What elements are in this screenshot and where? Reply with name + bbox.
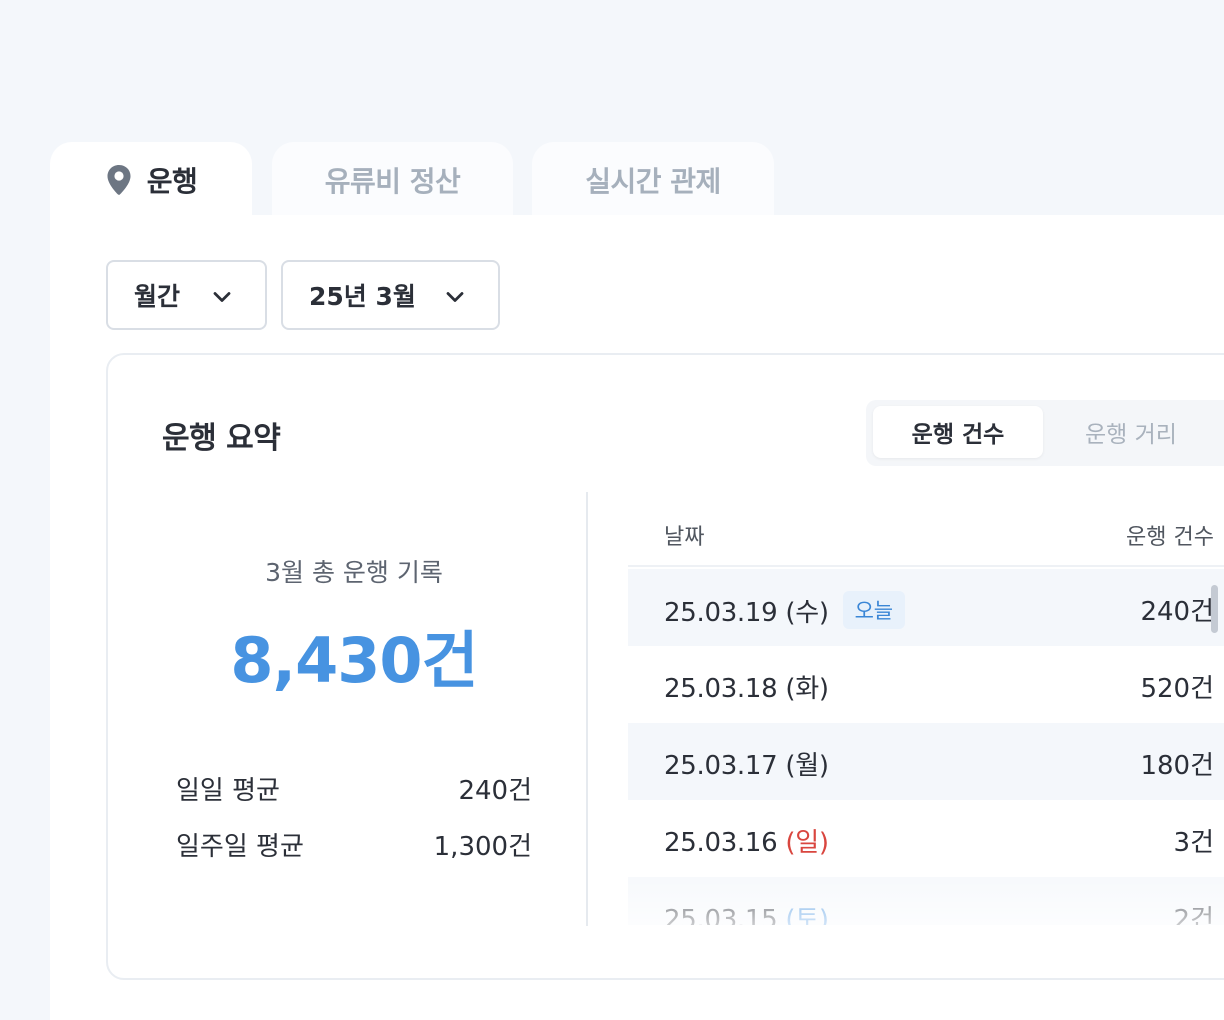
- month-value: 25년 3월: [309, 282, 416, 311]
- tab-label: 운행: [146, 165, 198, 198]
- table-row[interactable]: 25.03.15 (토) 2건: [628, 877, 1224, 925]
- stat-value: 240건: [458, 776, 532, 806]
- row-count: 180건: [1140, 751, 1214, 781]
- table-body[interactable]: 25.03.19 (수) 오늘 240건 25.03.18 (화) 520건 25…: [628, 569, 1224, 925]
- row-day: (화): [785, 674, 829, 704]
- row-count: 240건: [1140, 597, 1214, 627]
- period-dropdown[interactable]: 월간: [106, 260, 267, 330]
- row-date: 25.03.15: [664, 905, 786, 925]
- table-row[interactable]: 25.03.16 (일) 3건: [628, 800, 1224, 877]
- row-day-saturday: (토): [785, 905, 829, 925]
- table-row[interactable]: 25.03.19 (수) 오늘 240건: [628, 569, 1224, 646]
- table-header: 날짜 운행 건수: [628, 515, 1224, 567]
- row-date: 25.03.16: [664, 828, 786, 858]
- daily-average-row: 일일 평균 240건: [176, 770, 532, 807]
- table-row[interactable]: 25.03.18 (화) 520건: [628, 646, 1224, 723]
- column-header-count: 운행 건수: [1126, 525, 1214, 550]
- summary-card: 운행 요약 운행 건수 운행 거리 3월 총 운행 기록 8,430건 일일 평…: [106, 353, 1224, 980]
- toggle-count-button[interactable]: 운행 건수: [873, 406, 1043, 458]
- app-stage: 운행 유류비 정산 실시간 관제 월간 25년 3월 운행 요약 운행 건수 운…: [0, 0, 1224, 1020]
- stat-value: 1,300건: [433, 832, 532, 862]
- row-count: 3건: [1173, 828, 1214, 858]
- row-date: 25.03.17: [664, 751, 786, 781]
- month-dropdown[interactable]: 25년 3월: [281, 260, 500, 330]
- stat-label: 일주일 평균: [176, 832, 304, 862]
- tab-driving[interactable]: 운행: [50, 142, 252, 218]
- row-count: 520건: [1140, 674, 1214, 704]
- table-scrollbar[interactable]: [1211, 585, 1218, 633]
- chevron-down-icon: [213, 292, 231, 302]
- period-value: 월간: [134, 282, 181, 311]
- summary-title: 운행 요약: [162, 421, 281, 456]
- stat-label: 일일 평균: [176, 776, 280, 806]
- row-day-sunday: (일): [785, 828, 829, 858]
- tab-fuel-settlement[interactable]: 유류비 정산: [272, 142, 513, 218]
- row-day: (수): [785, 598, 829, 628]
- divider: [586, 492, 588, 926]
- toggle-distance-button[interactable]: 운행 거리: [1056, 406, 1206, 458]
- main-panel: 월간 25년 3월 운행 요약 운행 건수 운행 거리 3월 총 운행 기록 8…: [50, 215, 1224, 1020]
- location-pin-icon: [105, 164, 133, 196]
- weekly-average-row: 일주일 평균 1,300건: [176, 826, 532, 863]
- metric-toggle: 운행 건수 운행 거리: [866, 400, 1224, 466]
- table-row[interactable]: 25.03.17 (월) 180건: [628, 723, 1224, 800]
- tab-label: 실시간 관제: [585, 165, 721, 198]
- column-header-date: 날짜: [664, 525, 705, 550]
- tab-label: 유류비 정산: [324, 165, 461, 198]
- row-day: (월): [785, 751, 829, 781]
- row-date: 25.03.19: [664, 598, 786, 628]
- chevron-down-icon: [446, 292, 464, 302]
- row-date: 25.03.18: [664, 674, 786, 704]
- total-value: 8,430건: [230, 624, 478, 697]
- row-count: 2건: [1173, 905, 1214, 925]
- today-badge: 오늘: [842, 591, 905, 629]
- total-label: 3월 총 운행 기록: [265, 558, 443, 587]
- tab-realtime-control[interactable]: 실시간 관제: [532, 142, 774, 218]
